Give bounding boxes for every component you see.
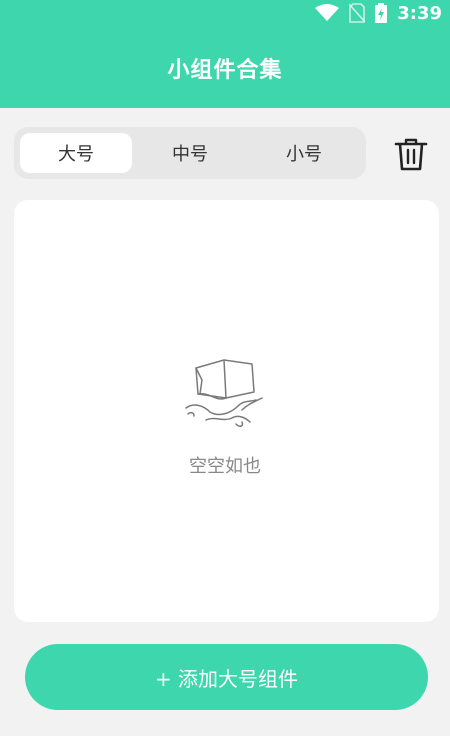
empty-box-icon [185,359,263,427]
add-widget-button[interactable]: + 添加大号组件 [25,644,428,710]
app-header: 3:39 小组件合集 [0,0,450,108]
tab-small[interactable]: 小号 [248,133,360,173]
tab-large[interactable]: 大号 [20,133,132,173]
battery-charging-icon [375,3,388,23]
wifi-icon [315,4,340,21]
tab-medium[interactable]: 中号 [134,133,246,173]
status-bar: 3:39 [0,0,450,26]
trash-icon[interactable] [394,136,428,172]
no-sim-icon [349,3,366,23]
empty-state-text: 空空如也 [189,456,261,477]
page-title: 小组件合集 [167,58,283,83]
size-segmented-control: 大号 中号 小号 [14,127,366,179]
status-time: 3:39 [397,2,442,24]
